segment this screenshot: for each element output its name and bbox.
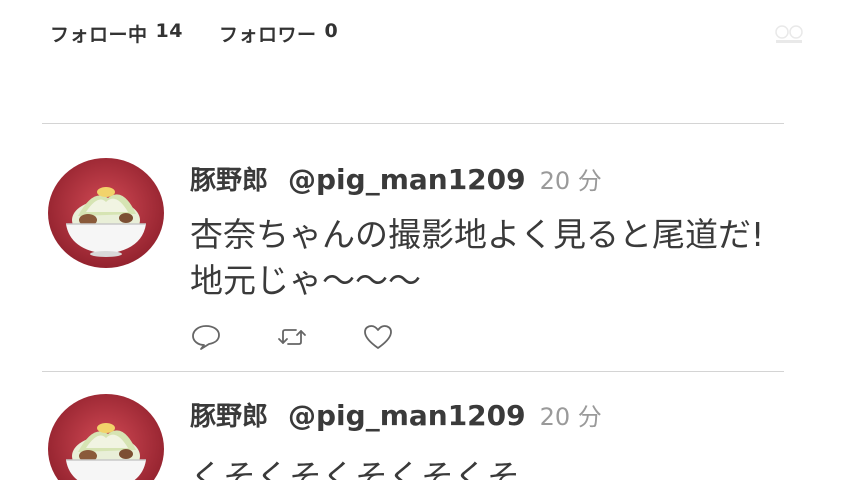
heart-icon[interactable] — [362, 323, 394, 351]
tweet-text: 杏奈ちゃんの撮影地よく見ると尾道だ! 地元じゃ〜〜〜 — [190, 212, 790, 304]
following-label: フォロー中 — [50, 24, 148, 46]
broadcast-logo-watermark — [775, 25, 803, 43]
followers-stat[interactable]: フォロワー 0 — [219, 20, 338, 47]
follow-stats: フォロー中 14 フォロワー 0 — [50, 20, 338, 47]
tweet-timestamp[interactable]: 20 分 — [540, 161, 602, 196]
tweet[interactable]: 豚野郎 @pig_man1209 20 分 杏奈ちゃんの撮影地よく見ると尾道だ!… — [42, 124, 784, 371]
tweet-text-line: 地元じゃ〜〜〜 — [190, 261, 421, 300]
tweet-timestamp[interactable]: 20 分 — [540, 397, 602, 432]
tweet[interactable]: 豚野郎 @pig_man1209 20 分 くそくそくそくそくそ — [42, 372, 784, 480]
avatar[interactable] — [48, 394, 164, 480]
followers-label: フォロワー — [218, 24, 317, 46]
profile-timeline: フォロー中 14 フォロワー 0 豚野郎 @pig_man1209 20 分 杏… — [0, 0, 854, 480]
retweet-icon[interactable] — [276, 323, 308, 351]
ramen-bowl-avatar-image — [48, 394, 164, 480]
avatar[interactable] — [48, 158, 164, 268]
tweet-header: 豚野郎 @pig_man1209 20 分 — [190, 160, 602, 197]
tweet-header: 豚野郎 @pig_man1209 20 分 — [190, 396, 602, 433]
reply-icon[interactable] — [190, 323, 222, 351]
user-handle[interactable]: @pig_man1209 — [288, 163, 526, 196]
tweet-text: くそくそくそくそくそ — [190, 454, 790, 480]
ramen-bowl-avatar-image — [48, 158, 164, 268]
following-count: 14 — [155, 20, 183, 42]
followers-count: 0 — [324, 20, 339, 42]
display-name[interactable]: 豚野郎 — [190, 160, 268, 197]
tweet-text-line: くそくそくそくそくそ — [190, 457, 520, 480]
following-stat[interactable]: フォロー中 14 — [50, 20, 183, 47]
display-name[interactable]: 豚野郎 — [190, 396, 268, 433]
user-handle[interactable]: @pig_man1209 — [288, 399, 526, 432]
tweet-actions — [190, 323, 394, 351]
tweet-text-line: 杏奈ちゃんの撮影地よく見ると尾道だ! — [190, 215, 765, 254]
